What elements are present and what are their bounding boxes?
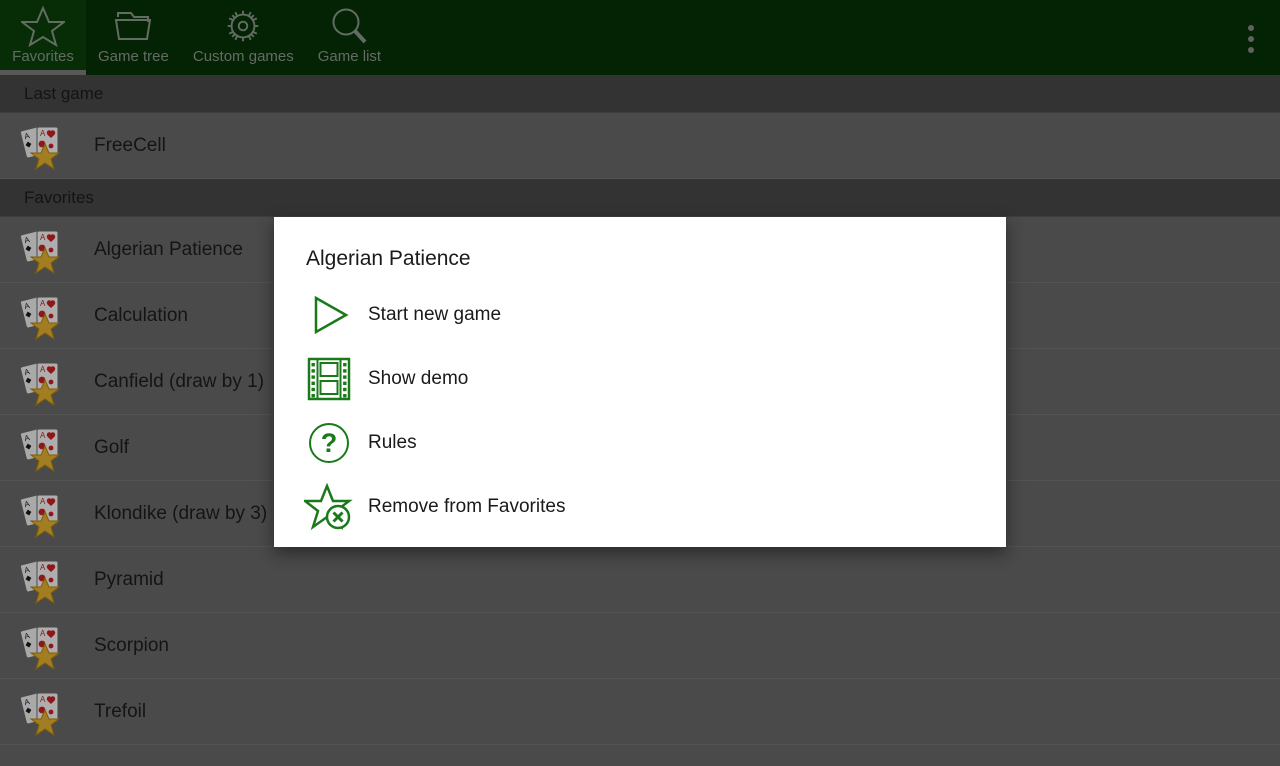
list-item-label: Canfield (draw by 1): [94, 370, 265, 392]
list-section-header: Favorites: [0, 179, 1280, 217]
svg-text:A: A: [40, 431, 46, 440]
top-tab-bar: Favorites Game tree Custom games Game li…: [0, 0, 1280, 75]
cards-star-icon: A A: [18, 122, 70, 170]
tab-label-game-tree: Game tree: [98, 48, 169, 65]
svg-text:A: A: [40, 129, 46, 138]
svg-text:A: A: [40, 365, 46, 374]
svg-text:A: A: [40, 563, 46, 572]
list-item[interactable]: A A Trefoil: [0, 679, 1280, 745]
film-strip-icon: [302, 356, 356, 402]
dialog-title: Algerian Patience: [306, 247, 471, 270]
star-remove-icon: [302, 483, 356, 531]
gear-icon: [221, 4, 265, 48]
game-options-dialog: Algerian Patience Start new game Show de…: [274, 217, 1006, 547]
dialog-item-list: Start new game Show demo ? Rules Remove …: [274, 271, 1006, 539]
cards-star-icon: A A: [18, 226, 70, 274]
question-circle-icon: ?: [302, 420, 356, 466]
svg-text:A: A: [40, 629, 46, 638]
dialog-item-label: Rules: [368, 432, 417, 453]
app-root: Favorites Game tree Custom games Game li…: [0, 0, 1280, 766]
overflow-dot-2: [1248, 36, 1254, 42]
star-icon: [21, 4, 65, 48]
tab-label-custom-games: Custom games: [192, 48, 294, 65]
list-item-label: Trefoil: [94, 700, 147, 722]
svg-text:A: A: [40, 695, 46, 704]
list-item[interactable]: A A Scorpion: [0, 613, 1280, 679]
cards-star-icon: A A: [18, 556, 70, 604]
dialog-item-start-new-game[interactable]: Start new game: [274, 283, 1006, 347]
magnifier-icon: [327, 4, 371, 48]
cards-star-icon: A A: [18, 490, 70, 538]
list-item[interactable]: A A FreeCell: [0, 113, 1280, 179]
list-bottom-filler: [0, 745, 1280, 766]
folder-icon: [111, 4, 155, 48]
play-triangle-icon: [302, 292, 356, 338]
cards-star-icon: A A: [18, 688, 70, 736]
dialog-item-rules[interactable]: ? Rules: [274, 411, 1006, 475]
cards-star-icon: A A: [18, 424, 70, 472]
list-item-label: Pyramid: [94, 568, 164, 590]
svg-text:A: A: [40, 299, 46, 308]
svg-text:A: A: [40, 497, 46, 506]
cards-star-icon: A A: [18, 292, 70, 340]
dialog-item-label: Show demo: [368, 368, 469, 389]
cards-star-icon: A A: [18, 622, 70, 670]
svg-text:?: ?: [321, 428, 338, 458]
list-section-header: Last game: [0, 75, 1280, 113]
list-item-label: Golf: [94, 436, 129, 458]
tab-game-tree[interactable]: Game tree: [86, 0, 181, 75]
cards-star-icon: A A: [18, 358, 70, 406]
dialog-item-remove-from-favorites[interactable]: Remove from Favorites: [274, 475, 1006, 539]
list-item[interactable]: A A Pyramid: [0, 547, 1280, 613]
list-item-label: Calculation: [94, 304, 188, 326]
list-item-label: Scorpion: [94, 634, 169, 656]
dialog-item-label: Remove from Favorites: [368, 496, 566, 517]
list-item-label: Algerian Patience: [94, 238, 243, 260]
list-item-label: FreeCell: [94, 134, 166, 156]
tab-game-list[interactable]: Game list: [306, 0, 393, 75]
tab-label-game-list: Game list: [317, 48, 382, 65]
tab-favorites[interactable]: Favorites: [0, 0, 86, 75]
svg-text:A: A: [40, 233, 46, 242]
overflow-dot-1: [1248, 25, 1254, 31]
dialog-item-show-demo[interactable]: Show demo: [274, 347, 1006, 411]
dialog-item-label: Start new game: [368, 304, 502, 325]
tab-custom-games[interactable]: Custom games: [181, 0, 306, 75]
list-item-label: Klondike (draw by 3): [94, 502, 268, 524]
overflow-dot-3: [1248, 47, 1254, 53]
overflow-menu-icon[interactable]: [1236, 22, 1266, 56]
